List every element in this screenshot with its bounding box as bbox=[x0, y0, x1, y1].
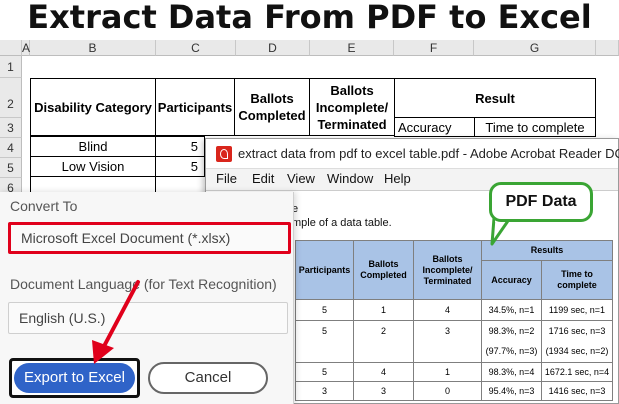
column-header-blank[interactable] bbox=[596, 40, 619, 56]
header-disability-category: Disability Category bbox=[30, 78, 156, 136]
red-arrow-icon bbox=[92, 280, 140, 364]
column-header-g[interactable]: G bbox=[474, 40, 596, 56]
menu-help[interactable]: Help bbox=[384, 171, 411, 186]
convert-to-label: Convert To bbox=[10, 198, 78, 214]
pdf-header-time: Time to complete bbox=[541, 260, 613, 300]
banner: Extract Data From PDF to Excel bbox=[0, 0, 619, 40]
header-ballots-completed: Ballots Completed bbox=[234, 78, 310, 136]
header-time-to-complete: Time to complete bbox=[474, 117, 596, 137]
pdf-cell: 1 bbox=[353, 299, 414, 321]
row-header-3[interactable]: 3 bbox=[0, 118, 22, 138]
menu-file[interactable]: File bbox=[216, 171, 237, 186]
acrobat-window-title: extract data from pdf to excel table.pdf… bbox=[238, 146, 619, 161]
pdf-header-ballots-completed: Ballots Completed bbox=[353, 240, 414, 300]
pdf-header-participants: Participants bbox=[295, 240, 354, 300]
cell-participants-blind[interactable]: 5 bbox=[155, 136, 205, 157]
cell-participants-low-vision[interactable]: 5 bbox=[155, 156, 205, 177]
row-header-2[interactable]: 2 bbox=[0, 78, 22, 118]
row-header-5[interactable]: 5 bbox=[0, 158, 22, 178]
column-header-a[interactable]: A bbox=[22, 40, 30, 56]
pdf-cell: 1672.1 sec, n=4 bbox=[541, 362, 613, 382]
pdf-cell: 4 bbox=[413, 299, 482, 321]
pdf-cell: 5 bbox=[295, 299, 354, 321]
pdf-cell bbox=[295, 341, 354, 363]
pdf-cell: 5 bbox=[295, 320, 354, 342]
row-header-1[interactable]: 1 bbox=[0, 56, 22, 78]
pdf-cell: 3 bbox=[295, 381, 354, 401]
column-header-f[interactable]: F bbox=[394, 40, 474, 56]
header-participants: Participants bbox=[155, 78, 235, 136]
header-result: Result bbox=[394, 78, 596, 118]
pdf-cell bbox=[413, 341, 482, 363]
pdf-cell bbox=[353, 341, 414, 363]
pdf-header-accuracy: Accuracy bbox=[481, 260, 542, 300]
column-header-b[interactable]: B bbox=[30, 40, 156, 56]
pdf-cell: 3 bbox=[413, 320, 482, 342]
cell-category-blind[interactable]: Blind bbox=[30, 136, 156, 157]
pdf-cell: 98.3%, n=4 bbox=[481, 362, 542, 382]
menu-window[interactable]: Window bbox=[327, 171, 373, 186]
callout-pointer bbox=[490, 218, 512, 246]
pdf-cell: 3 bbox=[353, 381, 414, 401]
header-accuracy: Accuracy bbox=[394, 117, 475, 137]
banner-title: Extract Data From PDF to Excel bbox=[27, 0, 592, 36]
pdf-cell: 1716 sec, n=3 bbox=[541, 320, 613, 342]
column-header-c[interactable]: C bbox=[156, 40, 236, 56]
pdf-cell: 95.4%, n=3 bbox=[481, 381, 542, 401]
menu-view[interactable]: View bbox=[287, 171, 315, 186]
callout-text: PDF Data bbox=[505, 193, 577, 210]
pdf-cell: 4 bbox=[353, 362, 414, 382]
pdf-cell: 1199 sec, n=1 bbox=[541, 299, 613, 321]
column-header-d[interactable]: D bbox=[236, 40, 310, 56]
pdf-cell: 1416 sec, n=3 bbox=[541, 381, 613, 401]
cancel-button[interactable]: Cancel bbox=[148, 362, 268, 394]
pdf-file-icon bbox=[216, 146, 232, 162]
pdf-text-line-2: mple of a data table. bbox=[292, 217, 392, 229]
column-header-e[interactable]: E bbox=[310, 40, 394, 56]
output-format-select[interactable]: Microsoft Excel Document (*.xlsx) bbox=[8, 222, 291, 254]
pdf-cell: (1934 sec, n=2) bbox=[541, 341, 613, 363]
acrobat-title-bar[interactable]: extract data from pdf to excel table.pdf… bbox=[206, 139, 619, 169]
pdf-cell: 1 bbox=[413, 362, 482, 382]
select-all-corner[interactable] bbox=[0, 40, 22, 56]
pdf-cell: 0 bbox=[413, 381, 482, 401]
pdf-data-callout: PDF Data bbox=[489, 182, 593, 222]
pdf-cell: 98.3%, n=2 bbox=[481, 320, 542, 342]
row-header-4[interactable]: 4 bbox=[0, 138, 22, 158]
cell-category-low-vision[interactable]: Low Vision bbox=[30, 156, 156, 177]
pdf-cell: 34.5%, n=1 bbox=[481, 299, 542, 321]
header-ballots-incomplete: Ballots Incomplete/ Terminated bbox=[309, 78, 395, 136]
menu-edit[interactable]: Edit bbox=[252, 171, 274, 186]
pdf-header-ballots-incomplete: Ballots Incomplete/ Terminated bbox=[413, 240, 482, 300]
pdf-cell: 2 bbox=[353, 320, 414, 342]
pdf-cell: (97.7%, n=3) bbox=[481, 341, 542, 363]
pdf-cell: 5 bbox=[295, 362, 354, 382]
